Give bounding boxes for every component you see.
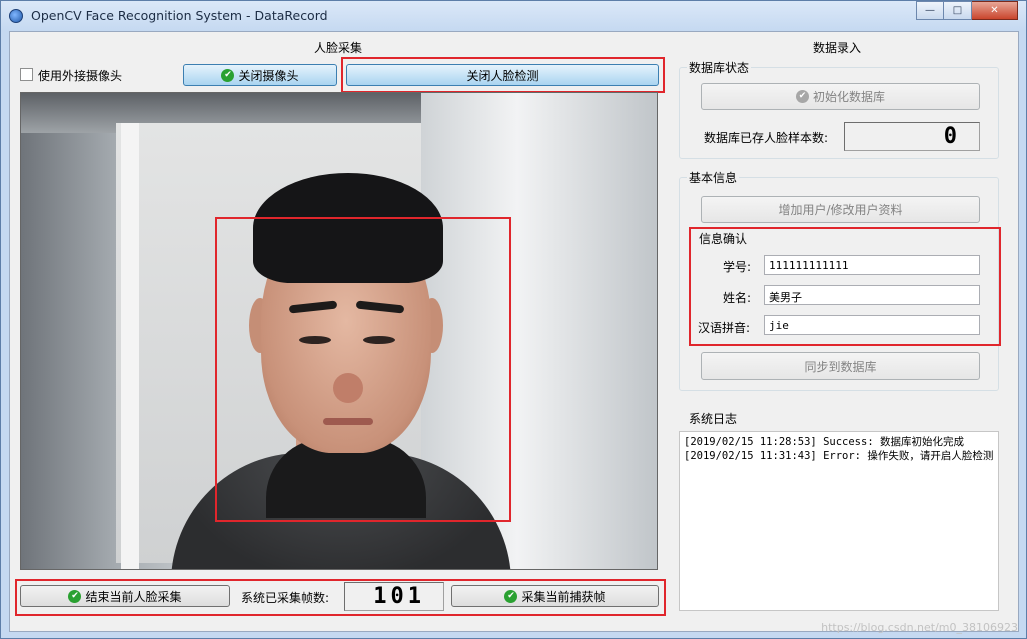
face-capture-title: 人脸采集	[314, 41, 363, 55]
window-title: OpenCV Face Recognition System - DataRec…	[31, 8, 328, 23]
preview-pillar	[121, 123, 139, 569]
camera-preview	[20, 92, 658, 570]
title-bar[interactable]: OpenCV Face Recognition System - DataRec…	[1, 1, 1026, 31]
check-icon: ✔	[504, 589, 518, 603]
watermark: https://blog.csdn.net/m0_38106923	[821, 621, 1018, 634]
student-id-input[interactable]: 111111111111	[764, 255, 980, 275]
log-line: [2019/02/15 11:31:43] Error: 操作失败，请开启人脸检…	[684, 450, 994, 462]
sync-db-button[interactable]: 同步到数据库	[701, 352, 980, 380]
app-icon	[9, 9, 23, 23]
highlight-face-detect	[341, 57, 665, 93]
add-user-button[interactable]: 增加用户/修改用户资料	[701, 196, 980, 223]
pinyin-label: 汉语拼音:	[698, 321, 751, 335]
external-camera-checkbox[interactable]	[20, 68, 33, 81]
capture-frame-label: 采集当前捕获帧	[521, 589, 606, 604]
info-confirm-label: 信息确认	[697, 230, 750, 247]
init-db-label: 初始化数据库	[812, 90, 885, 104]
check-icon: ✔	[795, 90, 809, 103]
close-button[interactable]: ✕	[972, 1, 1018, 20]
pinyin-input[interactable]: jie	[764, 315, 980, 335]
frames-counter: 101	[344, 582, 444, 611]
name-input[interactable]: 美男子	[764, 285, 980, 305]
student-id-label: 学号:	[723, 260, 752, 274]
sample-count-label: 数据库已存人脸样本数:	[704, 131, 829, 145]
data-entry-title: 数据录入	[813, 41, 862, 55]
app-window: OpenCV Face Recognition System - DataRec…	[0, 0, 1027, 639]
maximize-button[interactable]: □	[944, 1, 972, 20]
sample-count-display: 0	[844, 122, 980, 151]
face-detection-box	[215, 217, 511, 522]
minimize-button[interactable]: —	[916, 1, 944, 20]
window-controls: — □ ✕	[916, 1, 1018, 20]
external-camera-label: 使用外接摄像头	[38, 69, 123, 83]
capture-frame-button[interactable]: ✔ 采集当前捕获帧	[451, 585, 659, 607]
check-icon: ✔	[221, 68, 235, 82]
name-label: 姓名:	[723, 291, 752, 305]
sync-db-label: 同步到数据库	[804, 359, 877, 374]
check-icon: ✔	[68, 589, 82, 603]
add-user-label: 增加用户/修改用户资料	[778, 203, 903, 217]
log-line: [2019/02/15 11:28:53] Success: 数据库初始化完成	[684, 436, 964, 448]
system-log-label: 系统日志	[687, 410, 740, 427]
end-capture-label: 结束当前人脸采集	[85, 589, 182, 604]
db-status-label: 数据库状态	[687, 59, 752, 76]
end-capture-button[interactable]: ✔ 结束当前人脸采集	[20, 585, 230, 607]
close-camera-button[interactable]: ✔ 关闭摄像头	[183, 64, 337, 86]
system-log[interactable]: [2019/02/15 11:28:53] Success: 数据库初始化完成 …	[679, 431, 999, 611]
close-camera-label: 关闭摄像头	[238, 68, 299, 83]
frames-label: 系统已采集帧数:	[241, 591, 330, 605]
init-db-button[interactable]: ✔ 初始化数据库	[701, 83, 980, 110]
basic-info-label: 基本信息	[687, 169, 740, 186]
